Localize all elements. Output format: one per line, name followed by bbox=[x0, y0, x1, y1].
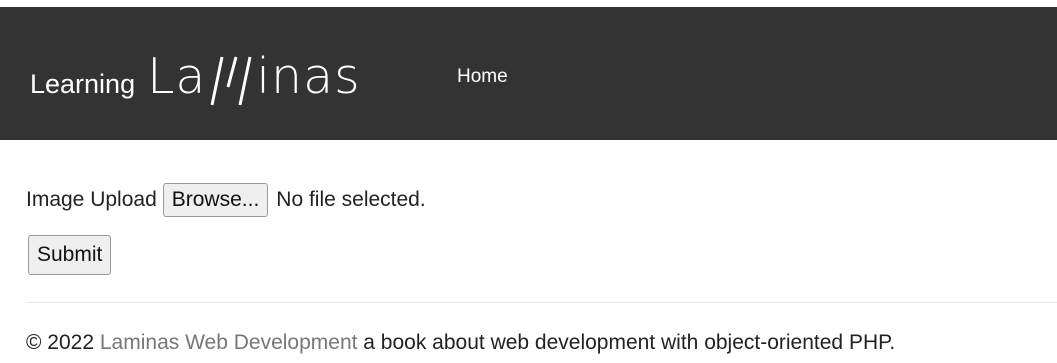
file-status-text: No file selected. bbox=[276, 188, 426, 211]
footer-description: a book about web development with object… bbox=[363, 331, 896, 354]
logo-text-right: inas bbox=[256, 48, 361, 105]
image-upload-label: Image Upload bbox=[26, 188, 157, 211]
laminas-logo: La inas bbox=[147, 33, 361, 106]
submit-button[interactable]: Submit bbox=[28, 235, 112, 275]
nav-home-link[interactable]: Home bbox=[457, 66, 508, 88]
logo-slashes-icon bbox=[210, 56, 252, 106]
page-footer: © 2022 Laminas Web Development a book ab… bbox=[26, 331, 895, 355]
copyright-text: © 2022 bbox=[26, 331, 95, 354]
upload-row: Image Upload Browse... No file selected. bbox=[26, 183, 426, 217]
laminas-book-link[interactable]: Laminas Web Development bbox=[100, 331, 358, 354]
top-navbar: Learning La inas Home bbox=[0, 7, 1057, 140]
logo-text-left: La bbox=[147, 48, 207, 105]
browse-button[interactable]: Browse... bbox=[162, 183, 269, 217]
brand-prefix: Learning bbox=[30, 69, 136, 99]
footer-divider bbox=[26, 302, 1057, 303]
brand-link[interactable]: Learning La inas bbox=[30, 33, 361, 106]
